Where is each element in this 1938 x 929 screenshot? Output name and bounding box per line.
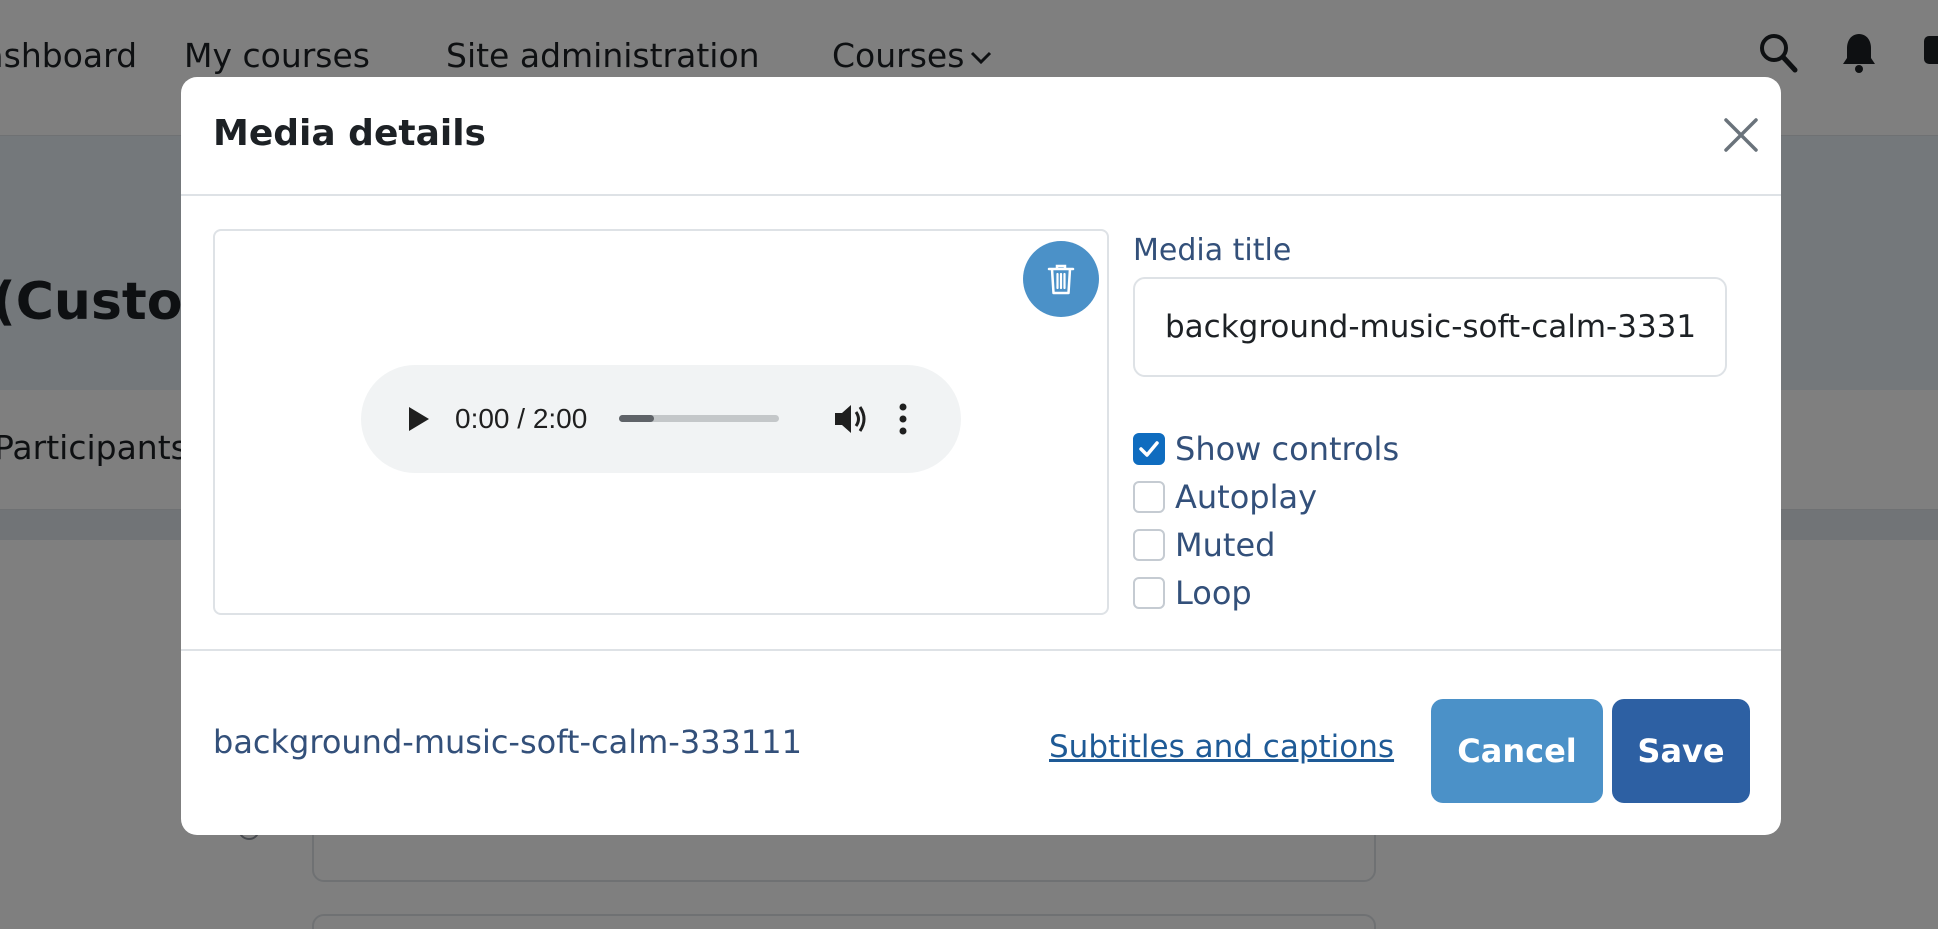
checkbox-label: Autoplay [1175,478,1318,516]
audio-seek-bar[interactable] [619,415,779,422]
show-controls-checkbox[interactable]: Show controls [1133,430,1400,468]
more-vertical-icon[interactable] [893,399,913,439]
media-details-dialog: Media details 0:00 / 2:00 Media title Sh… [181,77,1781,835]
subtitles-and-captions-link[interactable]: Subtitles and captions [1049,729,1394,765]
muted-checkbox[interactable]: Muted [1133,526,1276,564]
play-icon[interactable] [399,401,435,437]
checkbox-box [1133,433,1165,465]
delete-media-button[interactable] [1023,241,1099,317]
media-filename: background-music-soft-calm-333111 [213,723,802,761]
modal-title: Media details [213,113,486,154]
checkmark-icon [1139,441,1159,457]
media-preview: 0:00 / 2:00 [213,229,1109,615]
volume-icon[interactable] [831,401,871,437]
save-button[interactable]: Save [1612,699,1750,803]
checkbox-box [1133,577,1165,609]
close-icon[interactable] [1721,115,1761,155]
checkbox-label: Muted [1175,526,1276,564]
checkbox-label: Show controls [1175,430,1400,468]
loop-checkbox[interactable]: Loop [1133,574,1252,612]
audio-player: 0:00 / 2:00 [361,365,961,473]
modal-header: Media details [181,77,1781,196]
cancel-button[interactable]: Cancel [1431,699,1603,803]
trash-icon [1047,264,1075,295]
audio-seek-progress [619,415,655,422]
media-title-label: Media title [1133,233,1292,268]
media-title-input[interactable] [1133,277,1727,377]
checkbox-box [1133,529,1165,561]
autoplay-checkbox[interactable]: Autoplay [1133,478,1318,516]
checkbox-box [1133,481,1165,513]
audio-time: 0:00 / 2:00 [455,403,588,434]
modal-footer: background-music-soft-calm-333111 Subtit… [181,649,1781,835]
checkbox-label: Loop [1175,574,1252,612]
